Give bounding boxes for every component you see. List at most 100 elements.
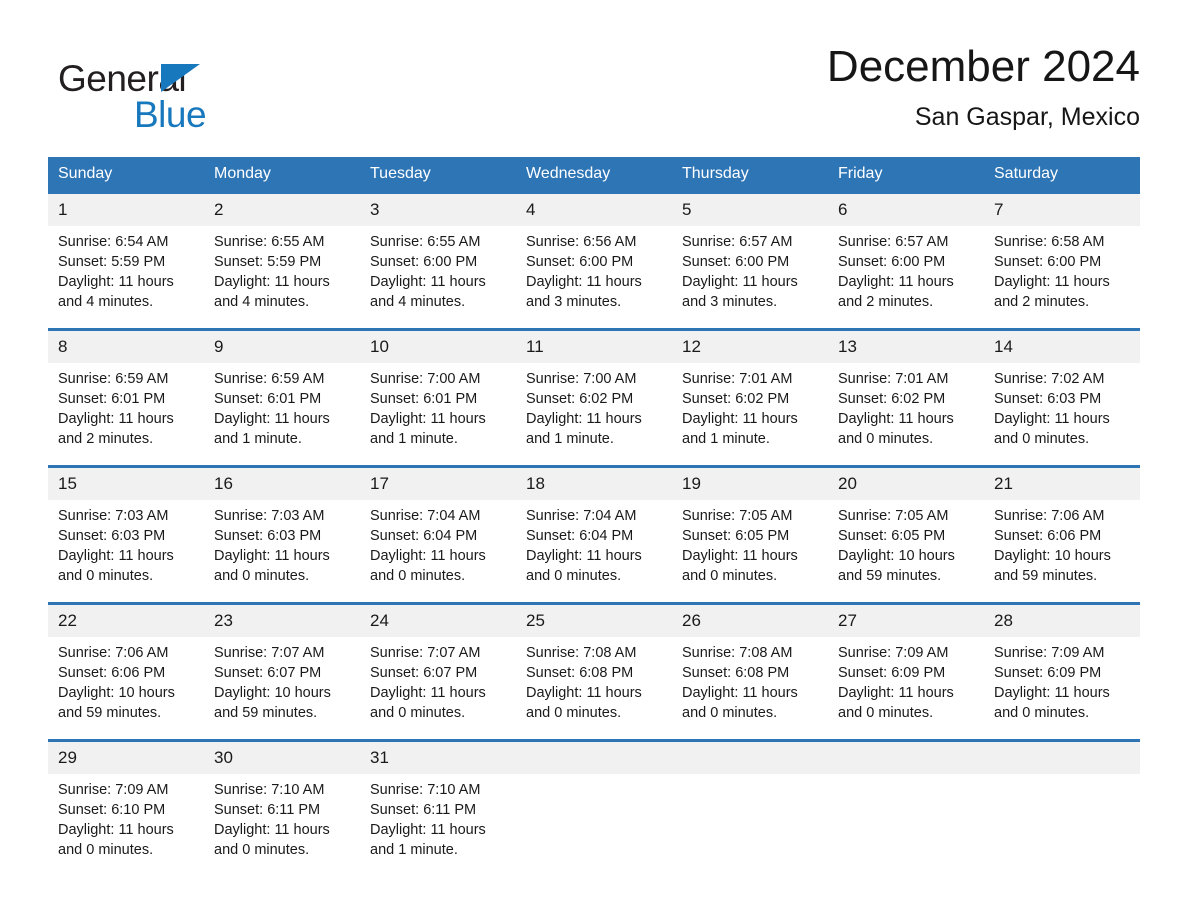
calendar-day-cell[interactable]: 5 Sunrise: 6:57 AM Sunset: 6:00 PM Daylight…	[672, 191, 828, 330]
day-number: 19	[672, 468, 828, 500]
calendar-day-cell[interactable]: 18 Sunrise: 7:04 AM Sunset: 6:04 PM Dayligh…	[516, 465, 672, 604]
calendar-day-cell[interactable]: 25 Sunrise: 7:08 AM Sunset: 6:08 PM Dayligh…	[516, 602, 672, 741]
daylight-duration-line2: and 1 minute.	[370, 431, 458, 447]
day-details: Sunrise: 7:07 AM Sunset: 6:07 PM Daylight:…	[360, 637, 516, 723]
calendar-day-cell[interactable]: 21 Sunrise: 7:06 AM Sunset: 6:06 PM Dayligh…	[984, 465, 1140, 604]
daylight-duration-line1: Daylight: 11 hours	[58, 822, 174, 838]
calendar-day-cell[interactable]: 19 Sunrise: 7:05 AM Sunset: 6:05 PM Dayligh…	[672, 465, 828, 604]
calendar-day-cell[interactable]: 13 Sunrise: 7:01 AM Sunset: 6:02 PM Dayligh…	[828, 328, 984, 467]
day-number: 10	[360, 331, 516, 363]
sunset-time: Sunset: 6:01 PM	[214, 391, 322, 407]
day-details: Sunrise: 6:57 AM Sunset: 6:00 PM Daylight:…	[828, 226, 984, 312]
calendar-header-row: Sunday Monday Tuesday Wednesday Thursday…	[48, 157, 1140, 193]
calendar-day-cell[interactable]: 29 Sunrise: 7:09 AM Sunset: 6:10 PM Dayligh…	[48, 739, 204, 876]
day-number: 1	[48, 194, 204, 226]
daylight-duration-line1: Daylight: 11 hours	[526, 685, 642, 701]
calendar-day-cell[interactable]: 17 Sunrise: 7:04 AM Sunset: 6:04 PM Dayligh…	[360, 465, 516, 604]
sunrise-time: Sunrise: 7:04 AM	[526, 508, 637, 524]
day-number: 23	[204, 605, 360, 637]
calendar-day-cell[interactable]: 3 Sunrise: 6:55 AM Sunset: 6:00 PM Daylight…	[360, 191, 516, 330]
sunset-time: Sunset: 6:03 PM	[214, 528, 322, 544]
calendar-day-cell[interactable]: 8 Sunrise: 6:59 AM Sunset: 6:01 PM Daylight…	[48, 328, 204, 467]
calendar-week-row: 29 Sunrise: 7:09 AM Sunset: 6:10 PM Dayligh…	[48, 739, 1140, 876]
sunrise-time: Sunrise: 7:01 AM	[838, 371, 949, 387]
weekday-header-monday: Monday	[204, 157, 360, 193]
sunset-time: Sunset: 6:11 PM	[370, 802, 477, 818]
sunset-time: Sunset: 6:05 PM	[682, 528, 790, 544]
calendar-day-cell[interactable]: 9 Sunrise: 6:59 AM Sunset: 6:01 PM Daylight…	[204, 328, 360, 467]
day-number: 8	[48, 331, 204, 363]
calendar-day-cell[interactable]: 22 Sunrise: 7:06 AM Sunset: 6:06 PM Dayligh…	[48, 602, 204, 741]
sunset-time: Sunset: 6:08 PM	[526, 665, 634, 681]
sunset-time: Sunset: 6:01 PM	[370, 391, 478, 407]
calendar-day-cell[interactable]: 2 Sunrise: 6:55 AM Sunset: 5:59 PM Daylight…	[204, 191, 360, 330]
daylight-duration-line1: Daylight: 11 hours	[994, 411, 1110, 427]
calendar-day-cell[interactable]: 10 Sunrise: 7:00 AM Sunset: 6:01 PM Dayligh…	[360, 328, 516, 467]
daylight-duration-line2: and 4 minutes.	[58, 294, 154, 310]
day-number: 29	[48, 742, 204, 774]
sunset-time: Sunset: 6:06 PM	[994, 528, 1102, 544]
calendar-day-cell[interactable]: 15 Sunrise: 7:03 AM Sunset: 6:03 PM Dayligh…	[48, 465, 204, 604]
daylight-duration-line2: and 0 minutes.	[526, 568, 622, 584]
calendar-day-cell[interactable]: 14 Sunrise: 7:02 AM Sunset: 6:03 PM Dayligh…	[984, 328, 1140, 467]
daylight-duration-line2: and 59 minutes.	[838, 568, 942, 584]
calendar-day-cell[interactable]: 6 Sunrise: 6:57 AM Sunset: 6:00 PM Daylight…	[828, 191, 984, 330]
daylight-duration-line1: Daylight: 11 hours	[370, 274, 486, 290]
daylight-duration-line2: and 4 minutes.	[370, 294, 466, 310]
daylight-duration-line1: Daylight: 11 hours	[838, 274, 954, 290]
daylight-duration-line1: Daylight: 11 hours	[682, 548, 798, 564]
calendar-body: 1 Sunrise: 6:54 AM Sunset: 5:59 PM Daylight…	[48, 191, 1140, 876]
day-number: 22	[48, 605, 204, 637]
sunrise-time: Sunrise: 7:04 AM	[370, 508, 481, 524]
day-details: Sunrise: 7:03 AM Sunset: 6:03 PM Daylight:…	[204, 500, 360, 586]
calendar-day-cell[interactable]: 1 Sunrise: 6:54 AM Sunset: 5:59 PM Daylight…	[48, 191, 204, 330]
calendar-day-cell-empty	[672, 739, 828, 876]
day-number	[828, 742, 984, 774]
daylight-duration-line1: Daylight: 11 hours	[58, 274, 174, 290]
daylight-duration-line1: Daylight: 10 hours	[58, 685, 175, 701]
calendar-day-cell[interactable]: 16 Sunrise: 7:03 AM Sunset: 6:03 PM Dayligh…	[204, 465, 360, 604]
sunset-time: Sunset: 6:09 PM	[838, 665, 946, 681]
calendar-day-cell[interactable]: 28 Sunrise: 7:09 AM Sunset: 6:09 PM Dayligh…	[984, 602, 1140, 741]
sunset-time: Sunset: 5:59 PM	[214, 254, 322, 270]
day-number	[984, 742, 1140, 774]
daylight-duration-line2: and 2 minutes.	[58, 431, 154, 447]
calendar-day-cell[interactable]: 11 Sunrise: 7:00 AM Sunset: 6:02 PM Dayligh…	[516, 328, 672, 467]
calendar-day-cell[interactable]: 12 Sunrise: 7:01 AM Sunset: 6:02 PM Dayligh…	[672, 328, 828, 467]
calendar-day-cell[interactable]: 31 Sunrise: 7:10 AM Sunset: 6:11 PM Dayligh…	[360, 739, 516, 876]
day-number: 11	[516, 331, 672, 363]
calendar-day-cell[interactable]: 24 Sunrise: 7:07 AM Sunset: 6:07 PM Dayligh…	[360, 602, 516, 741]
day-number: 3	[360, 194, 516, 226]
day-details: Sunrise: 6:56 AM Sunset: 6:00 PM Daylight:…	[516, 226, 672, 312]
sunrise-time: Sunrise: 7:09 AM	[994, 645, 1105, 661]
sunrise-time: Sunrise: 6:57 AM	[838, 234, 949, 250]
weekday-header-friday: Friday	[828, 157, 984, 193]
daylight-duration-line2: and 1 minute.	[214, 431, 302, 447]
day-details: Sunrise: 7:09 AM Sunset: 6:10 PM Daylight:…	[48, 774, 204, 860]
calendar-day-cell[interactable]: 26 Sunrise: 7:08 AM Sunset: 6:08 PM Dayligh…	[672, 602, 828, 741]
daylight-duration-line2: and 0 minutes.	[370, 705, 466, 721]
day-details: Sunrise: 7:05 AM Sunset: 6:05 PM Daylight:…	[672, 500, 828, 586]
sunset-time: Sunset: 6:03 PM	[58, 528, 166, 544]
calendar-day-cell[interactable]: 4 Sunrise: 6:56 AM Sunset: 6:00 PM Daylight…	[516, 191, 672, 330]
day-details: Sunrise: 7:04 AM Sunset: 6:04 PM Daylight:…	[360, 500, 516, 586]
day-details: Sunrise: 7:04 AM Sunset: 6:04 PM Daylight:…	[516, 500, 672, 586]
calendar-day-cell[interactable]: 30 Sunrise: 7:10 AM Sunset: 6:11 PM Dayligh…	[204, 739, 360, 876]
day-details: Sunrise: 7:01 AM Sunset: 6:02 PM Daylight:…	[672, 363, 828, 449]
day-details: Sunrise: 7:03 AM Sunset: 6:03 PM Daylight:…	[48, 500, 204, 586]
brand-logo[interactable]: General Blue	[58, 50, 318, 134]
weekday-header-wednesday: Wednesday	[516, 157, 672, 193]
triangle-icon	[161, 64, 200, 92]
sunrise-time: Sunrise: 7:08 AM	[682, 645, 793, 661]
sunset-time: Sunset: 6:01 PM	[58, 391, 166, 407]
calendar-day-cell[interactable]: 20 Sunrise: 7:05 AM Sunset: 6:05 PM Dayligh…	[828, 465, 984, 604]
day-number: 31	[360, 742, 516, 774]
calendar-day-cell[interactable]: 23 Sunrise: 7:07 AM Sunset: 6:07 PM Dayligh…	[204, 602, 360, 741]
calendar-day-cell[interactable]: 27 Sunrise: 7:09 AM Sunset: 6:09 PM Dayligh…	[828, 602, 984, 741]
sunset-time: Sunset: 6:07 PM	[370, 665, 478, 681]
daylight-duration-line1: Daylight: 11 hours	[370, 822, 486, 838]
daylight-duration-line1: Daylight: 10 hours	[214, 685, 331, 701]
calendar-day-cell[interactable]: 7 Sunrise: 6:58 AM Sunset: 6:00 PM Daylight…	[984, 191, 1140, 330]
day-details: Sunrise: 6:54 AM Sunset: 5:59 PM Daylight:…	[48, 226, 204, 312]
daylight-duration-line2: and 0 minutes.	[682, 568, 778, 584]
